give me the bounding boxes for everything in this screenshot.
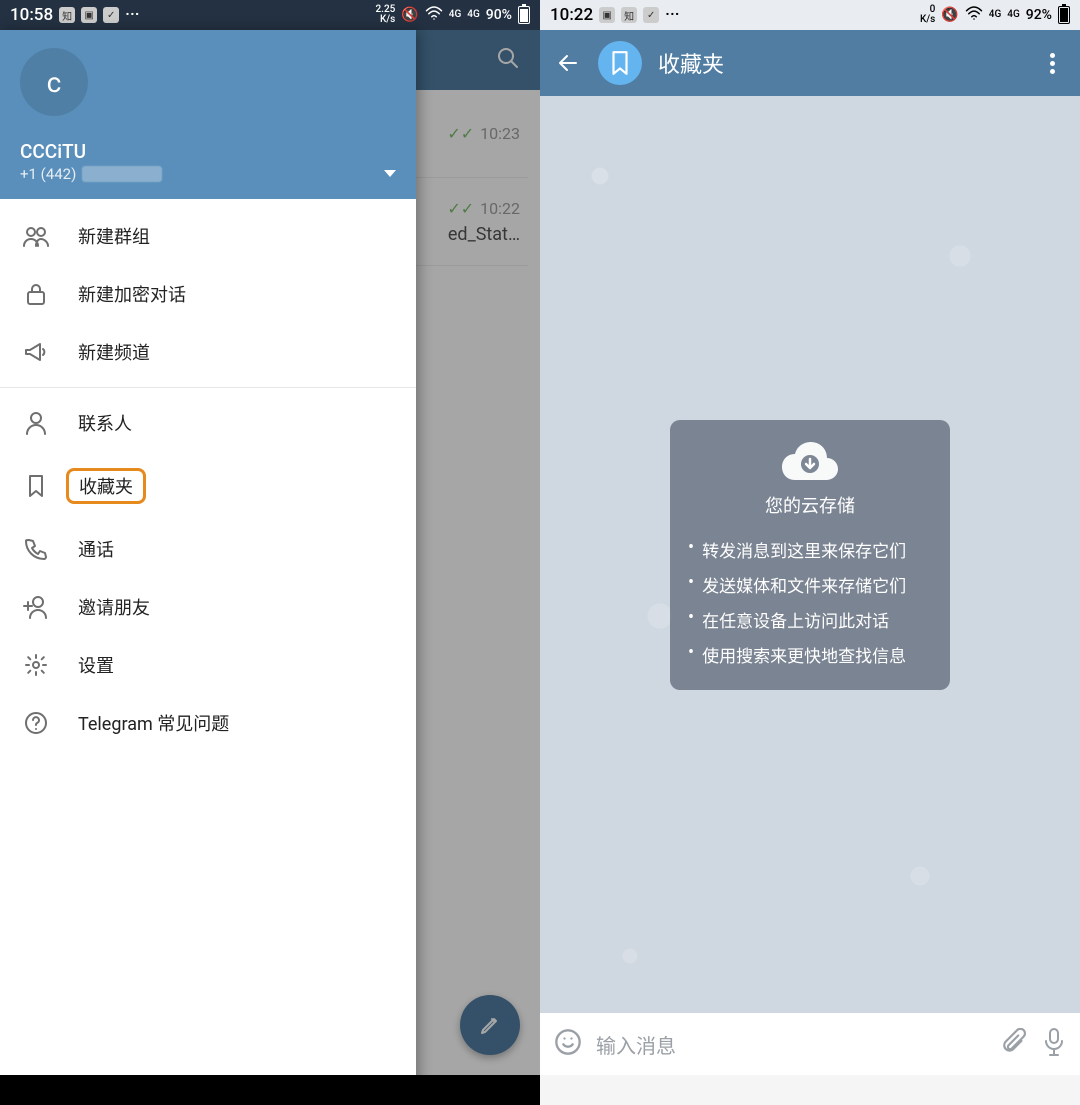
net-speed: 0K/s <box>920 5 935 25</box>
battery-pct: 92% <box>1026 7 1052 23</box>
battery-icon <box>518 6 530 24</box>
menu-label: 联系人 <box>78 410 132 436</box>
help-icon <box>22 711 50 735</box>
wifi-icon <box>425 6 443 24</box>
cloud-storage-card: 您的云存储 转发消息到这里来保存它们 发送媒体和文件来存储它们 在任意设备上访问… <box>670 420 950 690</box>
menu-divider <box>0 387 416 388</box>
system-navbar <box>0 1075 540 1105</box>
cell-4g-b: 4G <box>467 10 480 20</box>
menu-label: 新建群组 <box>78 223 150 249</box>
menu-label: 通话 <box>78 536 114 562</box>
status-app-icon: 知 <box>59 7 75 23</box>
menu-new-group[interactable]: 新建群组 <box>0 207 416 265</box>
redacted-phone <box>82 166 162 182</box>
menu-label: Telegram 常见问题 <box>78 710 229 736</box>
menu-faq[interactable]: Telegram 常见问题 <box>0 694 416 752</box>
account-switch-icon[interactable] <box>384 170 396 177</box>
cell-4g-b: 4G <box>1007 10 1020 20</box>
check-icon: ✓ <box>643 7 659 23</box>
overflow-menu-button[interactable] <box>1038 53 1066 74</box>
chat-avatar[interactable] <box>598 41 642 85</box>
chat-body[interactable]: 您的云存储 转发消息到这里来保存它们 发送媒体和文件来存储它们 在任意设备上访问… <box>540 96 1080 1013</box>
cloud-bullet: 在任意设备上访问此对话 <box>688 602 932 637</box>
mute-icon: 🔇 <box>401 7 418 23</box>
menu-label: 收藏夹 <box>79 477 133 498</box>
gear-icon <box>22 653 50 677</box>
clock: 10:22 <box>550 5 593 25</box>
emoji-icon[interactable] <box>554 1028 582 1060</box>
gallery-icon: ▣ <box>599 7 615 23</box>
bookmark-icon <box>22 474 50 498</box>
more-dots: ··· <box>125 5 139 25</box>
attach-icon[interactable] <box>1002 1028 1028 1060</box>
phone-icon <box>22 537 50 561</box>
clock: 10:58 <box>10 5 53 25</box>
status-app-icon: 知 <box>621 7 637 23</box>
net-speed: 2.25K/s <box>375 5 395 25</box>
menu-new-secret-chat[interactable]: 新建加密对话 <box>0 265 416 323</box>
menu-new-channel[interactable]: 新建频道 <box>0 323 416 381</box>
highlighted-saved-messages: 收藏夹 <box>66 468 146 504</box>
drawer-header: c CCCiTU +1 (442) <box>0 30 416 199</box>
invite-icon <box>22 595 50 619</box>
status-bar-left: 10:58 知 ▣ ✓ ··· 2.25K/s 🔇 4G 4G 90% <box>0 0 540 30</box>
avatar[interactable]: c <box>20 48 88 116</box>
cloud-download-icon <box>688 440 932 482</box>
profile-name: CCCiTU <box>20 140 162 163</box>
drawer-menu: 新建群组 新建加密对话 新建频道 联系人 <box>0 199 416 760</box>
check-icon: ✓ <box>103 7 119 23</box>
gallery-icon: ▣ <box>81 7 97 23</box>
menu-label: 新建频道 <box>78 339 150 365</box>
battery-icon <box>1058 6 1070 24</box>
menu-saved-messages[interactable]: 收藏夹 <box>0 452 416 520</box>
chat-title: 收藏夹 <box>658 47 1022 79</box>
profile-phone: +1 (442) <box>20 165 162 183</box>
menu-contacts[interactable]: 联系人 <box>0 394 416 452</box>
lock-icon <box>22 282 50 306</box>
menu-label: 新建加密对话 <box>78 281 186 307</box>
nav-drawer: c CCCiTU +1 (442) 新建群组 <box>0 30 416 1105</box>
message-input[interactable]: 输入消息 <box>596 1030 988 1059</box>
menu-label: 设置 <box>78 652 114 678</box>
chat-toolbar: 收藏夹 <box>540 30 1080 96</box>
cloud-bullet: 转发消息到这里来保存它们 <box>688 532 932 567</box>
group-icon <box>22 225 50 247</box>
menu-settings[interactable]: 设置 <box>0 636 416 694</box>
menu-invite-friends[interactable]: 邀请朋友 <box>0 578 416 636</box>
mute-icon: 🔇 <box>941 7 958 23</box>
cloud-bullet: 发送媒体和文件来存储它们 <box>688 567 932 602</box>
message-input-bar: 输入消息 <box>540 1013 1080 1075</box>
system-navbar <box>540 1075 1080 1105</box>
mic-icon[interactable] <box>1042 1027 1066 1061</box>
wifi-icon <box>965 6 983 24</box>
megaphone-icon <box>22 341 50 363</box>
battery-pct: 90% <box>486 7 512 23</box>
cloud-bullet: 使用搜索来更快地查找信息 <box>688 637 932 672</box>
back-button[interactable] <box>554 51 582 75</box>
more-dots: ··· <box>665 5 679 25</box>
cell-4g-a: 4G <box>989 10 1002 20</box>
menu-label: 邀请朋友 <box>78 594 150 620</box>
person-icon <box>22 411 50 435</box>
menu-calls[interactable]: 通话 <box>0 520 416 578</box>
cloud-title: 您的云存储 <box>688 492 932 518</box>
cell-4g-a: 4G <box>449 10 462 20</box>
status-bar-right: 10:22 ▣ 知 ✓ ··· 0K/s 🔇 4G 4G 92% <box>540 0 1080 30</box>
